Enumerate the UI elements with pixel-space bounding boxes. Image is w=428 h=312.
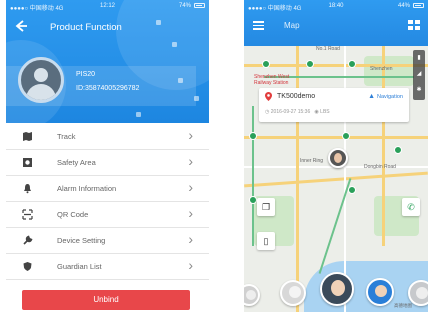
chevron-right-icon: ›: [188, 231, 193, 247]
battery-icon: [194, 3, 205, 8]
map-brand: 高德地图: [394, 303, 412, 308]
menu-item-alarm-information[interactable]: Alarm Information ›: [6, 176, 209, 202]
menu-item-safety-area[interactable]: Safety Area ›: [6, 150, 209, 176]
back-arrow-icon[interactable]: [14, 19, 28, 33]
phone-icon: ▯: [263, 236, 269, 246]
hamburger-menu-icon[interactable]: [253, 21, 264, 30]
device-name: TK500demo: [277, 93, 316, 100]
map-label: No.1 Road: [316, 46, 340, 52]
menu-item-label: Guardian List: [57, 262, 102, 271]
menu-item-label: QR Code: [57, 210, 89, 219]
map-icon: [22, 131, 33, 142]
menu-item-label: Track: [57, 132, 76, 141]
product-function-screen: ●●●●○ 中国移动 4G 12:12 74% Product Function…: [6, 0, 209, 312]
menu-item-device-setting[interactable]: Device Setting ›: [6, 228, 209, 254]
map-road: [244, 136, 428, 139]
metro-station-icon: [249, 196, 257, 204]
chevron-right-icon: ›: [188, 153, 193, 169]
menu-item-label: Device Setting: [57, 236, 106, 245]
device-avatar[interactable]: [18, 57, 64, 103]
qr-icon: [22, 209, 33, 220]
device-name: PIS20: [76, 71, 96, 78]
device-avatar-thumb[interactable]: [280, 280, 306, 306]
page-title: Product Function: [50, 22, 122, 33]
metro-station-icon: [394, 146, 402, 154]
device-id: ID:35874005296782: [76, 85, 140, 92]
wrench-icon: [22, 235, 33, 246]
battery-icon: [413, 3, 424, 8]
menu-item-qr-code[interactable]: QR Code ›: [6, 202, 209, 228]
device-info-card[interactable]: TK500demo ▲ Navigation ◷ 2016-09-27 15:36…: [259, 88, 409, 122]
map-metro-line: [318, 178, 352, 274]
page-title: Map: [284, 21, 300, 30]
device-avatar-thumb[interactable]: [366, 278, 394, 306]
chevron-right-icon: ›: [188, 205, 193, 221]
frame-icon: ❐: [261, 202, 271, 212]
hero-dot: [172, 42, 177, 47]
status-bar: ●●●●○ 中国移动 4G 12:12 74%: [6, 0, 209, 13]
metro-station-icon: [262, 60, 270, 68]
menu-item-label: Alarm Information: [57, 184, 117, 193]
map-label: Shenzhen: [370, 66, 393, 72]
metro-station-icon: [306, 60, 314, 68]
navigation-arrow-icon: ▲: [368, 93, 375, 100]
status-bar: ●●●●○ 中国移动 4G 18:40 44%: [244, 0, 428, 13]
map-road: [244, 64, 428, 67]
location-pin-icon: [265, 92, 272, 101]
device-avatar-thumb-active[interactable]: [320, 272, 354, 306]
map-label: Dongbin Road: [364, 164, 396, 170]
metro-station-icon: [348, 60, 356, 68]
map-label: Railway Station: [254, 80, 289, 86]
metro-station-icon: [249, 132, 257, 140]
chevron-right-icon: ›: [188, 179, 193, 195]
shield-icon: [22, 261, 33, 272]
chevron-right-icon: ›: [188, 257, 193, 273]
metro-station-icon: [342, 132, 350, 140]
map-view[interactable]: No.1 Road Shenzhen West Railway Station …: [244, 46, 428, 312]
map-settings-icon[interactable]: ✱: [413, 82, 425, 98]
zoom-fit-button[interactable]: ❐: [257, 198, 275, 216]
battery-percent: 44%: [397, 3, 410, 9]
call-icon: ✆: [407, 202, 415, 212]
call-button[interactable]: ✆: [402, 198, 420, 216]
device-grid-icon[interactable]: [408, 20, 420, 30]
location-source: LBS: [320, 109, 330, 115]
metro-station-icon: [348, 186, 356, 194]
header-hero: ●●●●○ 中国移动 4G 12:12 74% Product Function…: [6, 0, 209, 123]
map-road: [244, 171, 428, 188]
menu-item-label: Safety Area: [57, 158, 96, 167]
map-tool-strip: ▮ ◢ ✱: [413, 50, 425, 100]
hero-dot: [156, 20, 161, 25]
function-menu: Track › Safety Area › Alarm Information …: [6, 124, 209, 280]
map-traffic-icon[interactable]: ◢: [413, 66, 425, 82]
map-screen: ●●●●○ 中国移动 4G 18:40 44% Map No.1 Road Sh…: [244, 0, 428, 312]
map-metro-line: [252, 106, 254, 246]
device-avatar-thumb[interactable]: [244, 284, 260, 306]
chevron-right-icon: ›: [188, 127, 193, 143]
map-layers-icon[interactable]: ▮: [413, 50, 425, 66]
battery-percent: 74%: [178, 3, 191, 9]
map-label: Inner Ring: [300, 158, 324, 164]
navigation-link[interactable]: ▲ Navigation: [368, 93, 403, 100]
hero-dot: [136, 112, 141, 117]
menu-item-guardian-list[interactable]: Guardian List ›: [6, 254, 209, 280]
map-header: ●●●●○ 中国移动 4G 18:40 44% Map: [244, 0, 428, 46]
phone-locate-button[interactable]: ▯: [257, 232, 275, 250]
location-meta: ◷ 2016-09-27 15:36 ◉ LBS: [265, 109, 330, 115]
alarm-icon: [22, 183, 33, 194]
menu-item-track[interactable]: Track ›: [6, 124, 209, 150]
device-location-marker[interactable]: [328, 148, 348, 168]
location-time: 2016-09-27 15:36: [270, 109, 311, 115]
unbind-button[interactable]: Unbind: [22, 290, 190, 310]
safety-icon: [22, 157, 33, 168]
